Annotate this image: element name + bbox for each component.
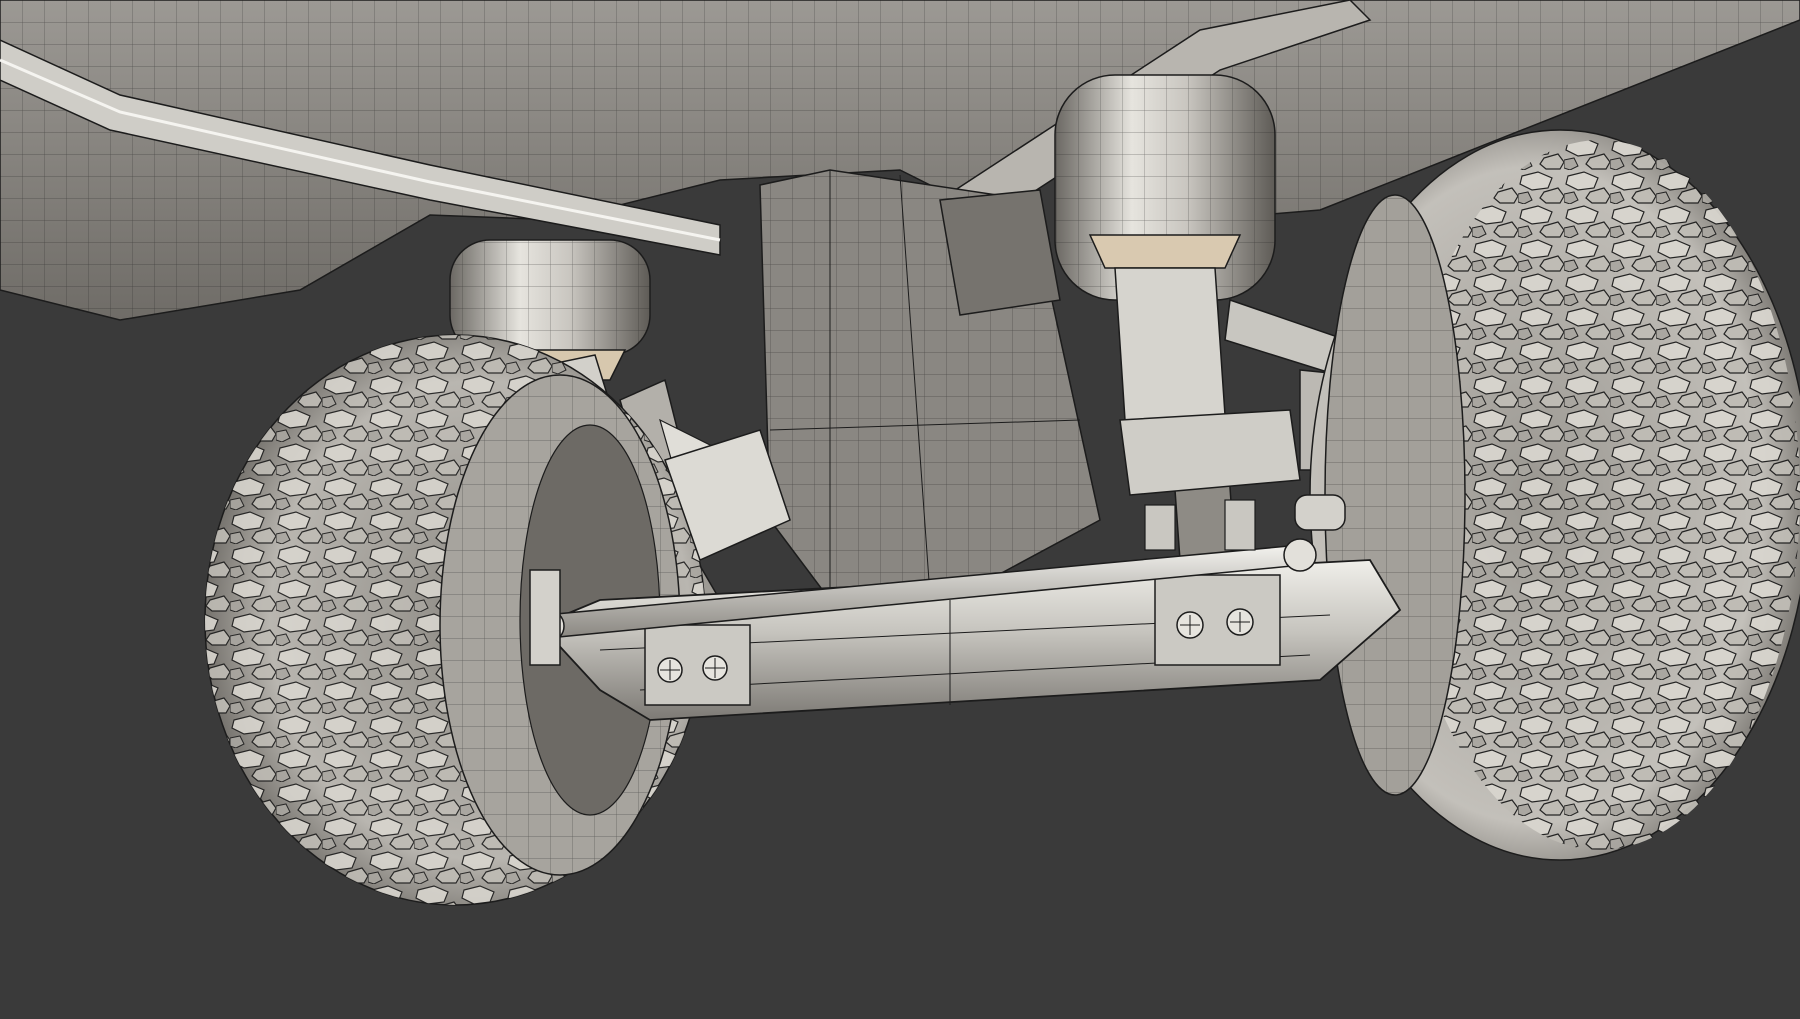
right-tire: [1309, 129, 1800, 861]
vehicle-suspension-render: [0, 0, 1800, 1019]
3d-viewport[interactable]: [0, 0, 1800, 1019]
